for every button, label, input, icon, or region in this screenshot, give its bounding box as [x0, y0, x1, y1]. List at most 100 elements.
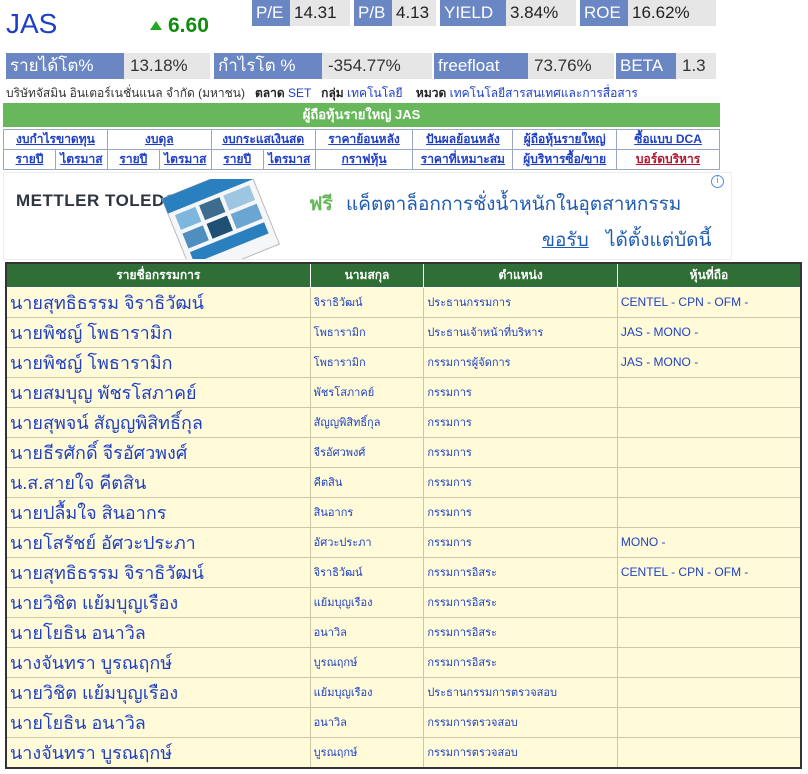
nav-major-shareholders[interactable]: ผู้ถือหุ้นรายใหญ่: [512, 129, 618, 150]
nav-link[interactable]: ปันผลย้อนหลัง: [426, 132, 500, 146]
nav-balance-quarterly[interactable]: ไตรมาส: [158, 149, 212, 170]
nav-link[interactable]: ผู้ถือหุ้นรายใหญ่: [524, 132, 606, 146]
nav-dca[interactable]: ซื้อแบบ DCA: [616, 129, 720, 150]
info-icon[interactable]: i: [711, 175, 724, 188]
director-holdings[interactable]: [616, 736, 802, 768]
director-surname: จิราธิวัฒน์: [309, 286, 425, 318]
director-surname: อนาวิล: [309, 706, 425, 738]
director-holdings[interactable]: JAS - MONO -: [616, 346, 802, 378]
director-holdings[interactable]: [616, 706, 802, 738]
nav-price-history[interactable]: ราคาย้อนหลัง: [314, 129, 414, 150]
nav-dividend-history[interactable]: ปันผลย้อนหลัง: [412, 129, 514, 150]
director-surname: บูรณฤกษ์: [309, 736, 425, 768]
director-surname: อนาวิล: [309, 616, 425, 648]
director-holdings[interactable]: [616, 376, 802, 408]
director-holdings[interactable]: [616, 586, 802, 618]
nav-link[interactable]: ราคาที่เหมาะสม: [421, 152, 505, 166]
nav-link[interactable]: รายปี: [223, 152, 251, 166]
director-name[interactable]: นางจันทรา บูรณฤกษ์: [5, 736, 311, 768]
nav-link[interactable]: ไตรมาส: [60, 152, 102, 166]
nav-balance[interactable]: งบดุล: [106, 129, 212, 150]
nav-balance-yearly[interactable]: รายปี: [106, 149, 160, 170]
ad-cta-link[interactable]: ขอรับ: [542, 225, 589, 255]
nav-income-quarterly[interactable]: ไตรมาส: [54, 149, 108, 170]
price: 6.60: [150, 14, 209, 38]
stat-value: -354.77%: [322, 53, 432, 79]
director-holdings[interactable]: CENTEL - CPN - OFM -: [616, 286, 802, 318]
market-link[interactable]: SET: [288, 86, 311, 100]
director-holdings[interactable]: JAS - MONO -: [616, 316, 802, 348]
director-name[interactable]: นายสุทธิธรรม จิราธิวัฒน์: [5, 556, 311, 588]
stat-value: 14.31: [290, 0, 350, 26]
nav-link[interactable]: ราคาย้อนหลัง: [328, 132, 400, 146]
nav-cashflow-yearly[interactable]: รายปี: [210, 149, 264, 170]
director-holdings[interactable]: [616, 616, 802, 648]
director-holdings[interactable]: [616, 406, 802, 438]
ad-info-icon[interactable]: i: [711, 175, 727, 188]
director-holdings[interactable]: [616, 496, 802, 528]
director-holdings[interactable]: [616, 676, 802, 708]
director-name[interactable]: นายธีรศักดิ์ จีรอัศวพงศ์: [5, 436, 311, 468]
director-name[interactable]: นายพิชญ์ โพธารามิก: [5, 316, 311, 348]
director-surname: โพธารามิก: [309, 346, 425, 378]
director-position: กรรมการอิสระ: [423, 556, 618, 588]
nav-link[interactable]: รายปี: [16, 152, 44, 166]
nav-link[interactable]: ผู้บริหารซื้อ/ขาย: [523, 152, 606, 166]
nav-board[interactable]: บอร์ดบริหาร: [616, 149, 720, 170]
director-holdings[interactable]: CENTEL - CPN - OFM -: [616, 556, 802, 588]
director-position: กรรมการตรวจสอบ: [423, 706, 618, 738]
nav-link[interactable]: งบดุล: [145, 132, 174, 146]
nav-cashflow-quarterly[interactable]: ไตรมาส: [262, 149, 316, 170]
nav-stock-chart[interactable]: กราฟหุ้น: [314, 149, 414, 170]
director-position: กรรมการ: [423, 496, 618, 528]
nav-fair-price[interactable]: ราคาที่เหมาะสม: [412, 149, 514, 170]
director-position: กรรมการ: [423, 466, 618, 498]
director-position: กรรมการ: [423, 436, 618, 468]
table-row: นายสมบุญ พัชรโสภาคย์ พัชรโสภาคย์ กรรมการ: [5, 376, 802, 408]
nav-link[interactable]: บอร์ดบริหาร: [636, 152, 700, 166]
nav-link[interactable]: ไตรมาส: [164, 152, 206, 166]
director-name[interactable]: นายสุพจน์ สัญญพิสิทธิ์กุล: [5, 406, 311, 438]
shareholders-bar[interactable]: ผู้ถือหุ้นรายใหญ่ JAS: [3, 103, 720, 127]
director-name[interactable]: นายสุทธิธรรม จิราธิวัฒน์: [5, 286, 311, 318]
director-name[interactable]: นายโสรัชย์ อัศวะประภา: [5, 526, 311, 558]
director-name[interactable]: นายพิชญ์ โพธารามิก: [5, 346, 311, 378]
advertisement[interactable]: METTLER TOLEDO ฟรี แค็ตตาล็อกการชั่งน้ำห…: [3, 172, 732, 260]
stat-label: ROE: [580, 0, 628, 26]
table-row: นายโสรัชย์ อัศวะประภา อัศวะประภา กรรมการ MO…: [5, 526, 802, 558]
director-name[interactable]: นายวิชิต แย้มบุญเรือง: [5, 586, 311, 618]
director-name[interactable]: นายปลื้มใจ สินอากร: [5, 496, 311, 528]
stat-value: 3.84%: [506, 0, 576, 26]
nav-cashflow[interactable]: งบกระแสเงินสด: [210, 129, 316, 150]
group-link[interactable]: เทคโนโลยี: [347, 86, 403, 100]
director-surname: จีรอัศวพงศ์: [309, 436, 425, 468]
director-holdings[interactable]: [616, 646, 802, 678]
director-name[interactable]: นายโยธิน อนาวิล: [5, 616, 311, 648]
nav-link[interactable]: รายปี: [119, 152, 147, 166]
nav-income-yearly[interactable]: รายปี: [3, 149, 56, 170]
company-name: บริษัทจัสมิน อินเตอร์เนชั่นแนล จำกัด (มห…: [6, 86, 245, 100]
directors-table: รายชื่อกรรมการ นามสกุล ตำแหน่ง หุ้นที่ถื…: [5, 262, 802, 769]
stat-value: 16.62%: [628, 0, 716, 26]
director-name[interactable]: นางจันทรา บูรณฤกษ์: [5, 646, 311, 678]
director-surname: สัญญพิสิทธิ์กุล: [309, 406, 425, 438]
director-name[interactable]: นายสมบุญ พัชรโสภาคย์: [5, 376, 311, 408]
nav-link[interactable]: ไตรมาส: [268, 152, 310, 166]
director-name[interactable]: นายโยธิน อนาวิล: [5, 706, 311, 738]
nav-link[interactable]: งบกำไรขาดทุน: [16, 132, 95, 146]
director-holdings[interactable]: [616, 436, 802, 468]
stat-value: 13.18%: [124, 53, 210, 79]
director-position: กรรมการผู้จัดการ: [423, 346, 618, 378]
sector-link[interactable]: เทคโนโลยีสารสนเทศและการสื่อสาร: [450, 86, 638, 100]
director-position: กรรมการอิสระ: [423, 586, 618, 618]
director-holdings[interactable]: MONO -: [616, 526, 802, 558]
nav-income[interactable]: งบกำไรขาดทุน: [3, 129, 108, 150]
director-name[interactable]: นายวิชิต แย้มบุญเรือง: [5, 676, 311, 708]
nav-link[interactable]: ซื้อแบบ DCA: [634, 132, 702, 146]
director-holdings[interactable]: [616, 466, 802, 498]
nav-insider-trades[interactable]: ผู้บริหารซื้อ/ขาย: [512, 149, 618, 170]
nav-link[interactable]: งบกระแสเงินสด: [222, 132, 304, 146]
nav-link[interactable]: กราฟหุ้น: [342, 152, 387, 166]
stock-symbol[interactable]: JAS: [6, 8, 57, 40]
director-name[interactable]: น.ส.สายใจ คีตสิน: [5, 466, 311, 498]
